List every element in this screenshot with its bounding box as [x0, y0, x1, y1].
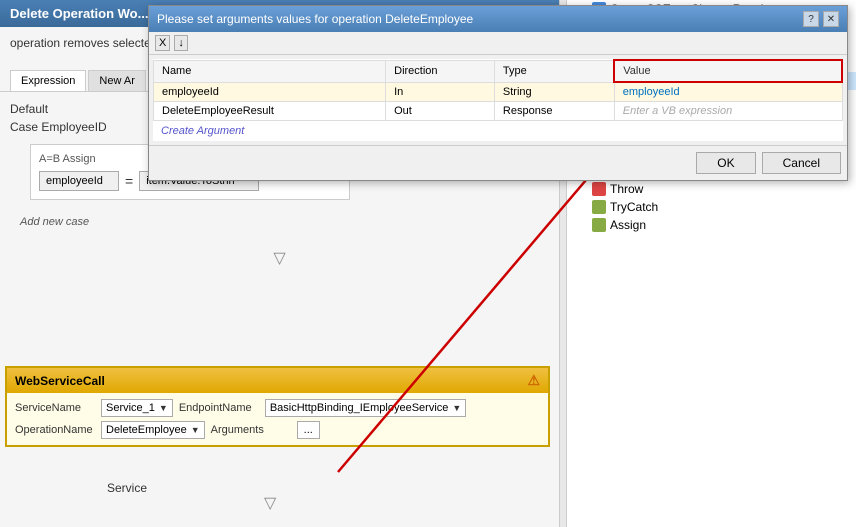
cell-name: employeeId	[154, 82, 386, 102]
dialog-toolbar: X ↓	[149, 32, 847, 55]
tree-item-label: TryCatch	[610, 200, 658, 214]
service-dropdown-arrow: ▼	[159, 403, 168, 413]
table-row[interactable]: employeeIdInStringemployeeId	[154, 82, 843, 102]
toolbar-down-btn[interactable]: ↓	[174, 35, 188, 51]
tree-item-label: Assign	[610, 218, 646, 232]
tree-item[interactable]: TryCatch	[567, 198, 856, 216]
ws-block-title: WebServiceCall	[15, 374, 105, 388]
panel-title: Delete Operation Wo...	[10, 6, 148, 21]
arguments-label: Arguments	[211, 424, 291, 436]
service-footer-label: Service	[107, 481, 147, 495]
toolbar-x-btn[interactable]: X	[155, 35, 170, 51]
ws-row-operation: OperationName DeleteEmployee ▼ Arguments…	[15, 421, 540, 439]
ws-row-service: ServiceName Service_1 ▼ EndpointName Bas…	[15, 399, 540, 417]
cell-type: Response	[494, 102, 614, 121]
endpoint-dropdown[interactable]: BasicHttpBinding_IEmployeeService ▼	[265, 399, 466, 417]
dialog-table-container: Name Direction Type Value employeeIdInSt…	[153, 59, 843, 141]
description-text: operation removes selected	[10, 36, 157, 50]
ws-warning-icon: ⚠	[527, 372, 540, 389]
tree-item[interactable]: Assign	[567, 216, 856, 234]
arguments-table: Name Direction Type Value employeeIdInSt…	[153, 59, 843, 121]
ws-block-header: WebServiceCall ⚠	[7, 368, 548, 393]
dialog-title-buttons: ? ✕	[803, 11, 839, 27]
tab-new-ar[interactable]: New Ar	[88, 70, 145, 91]
create-argument[interactable]: Create Argument	[153, 121, 843, 141]
col-direction: Direction	[386, 60, 495, 82]
flow-icon	[592, 218, 606, 232]
assign-equals: =	[125, 173, 133, 189]
cell-value[interactable]: employeeId	[614, 82, 842, 102]
dialog-titlebar: Please set arguments values for operatio…	[149, 6, 847, 32]
ws-block: WebServiceCall ⚠ ServiceName Service_1 ▼…	[5, 366, 550, 447]
throw-icon	[592, 182, 606, 196]
cell-value[interactable]: Enter a VB expression	[614, 102, 842, 121]
ws-fields: ServiceName Service_1 ▼ EndpointName Bas…	[7, 393, 548, 445]
dialog-footer: OK Cancel	[149, 145, 847, 180]
add-new-case[interactable]: Add new case	[10, 210, 549, 234]
endpoint-label: EndpointName	[179, 402, 259, 414]
dialog-help-btn[interactable]: ?	[803, 11, 819, 27]
arguments-btn[interactable]: ...	[297, 421, 320, 439]
col-value: Value	[614, 60, 842, 82]
cell-type: String	[494, 82, 614, 102]
dialog-close-btn[interactable]: ✕	[823, 11, 839, 27]
cell-name: DeleteEmployeeResult	[154, 102, 386, 121]
endpoint-dropdown-arrow: ▼	[452, 403, 461, 413]
tab-expression[interactable]: Expression	[10, 70, 86, 91]
tree-item-label: Throw	[610, 182, 643, 196]
dialog-title: Please set arguments values for operatio…	[157, 12, 473, 26]
cell-direction: Out	[386, 102, 495, 121]
assign-left[interactable]: employeeId	[39, 171, 119, 191]
operation-dropdown[interactable]: DeleteEmployee ▼	[101, 421, 205, 439]
cancel-button[interactable]: Cancel	[762, 152, 841, 174]
arguments-dialog: Please set arguments values for operatio…	[148, 5, 848, 181]
cell-direction: In	[386, 82, 495, 102]
service-label: ServiceName	[15, 402, 95, 414]
flow-icon	[592, 200, 606, 214]
table-row[interactable]: DeleteEmployeeResultOutResponseEnter a V…	[154, 102, 843, 121]
down-arrow-1: ▽	[0, 244, 559, 272]
ok-button[interactable]: OK	[696, 152, 755, 174]
down-arrow-2: ▽	[260, 489, 280, 517]
col-name: Name	[154, 60, 386, 82]
col-type: Type	[494, 60, 614, 82]
service-dropdown[interactable]: Service_1 ▼	[101, 399, 173, 417]
operation-dropdown-arrow: ▼	[191, 425, 200, 435]
operation-label: OperationName	[15, 424, 95, 436]
tree-item[interactable]: Throw	[567, 180, 856, 198]
